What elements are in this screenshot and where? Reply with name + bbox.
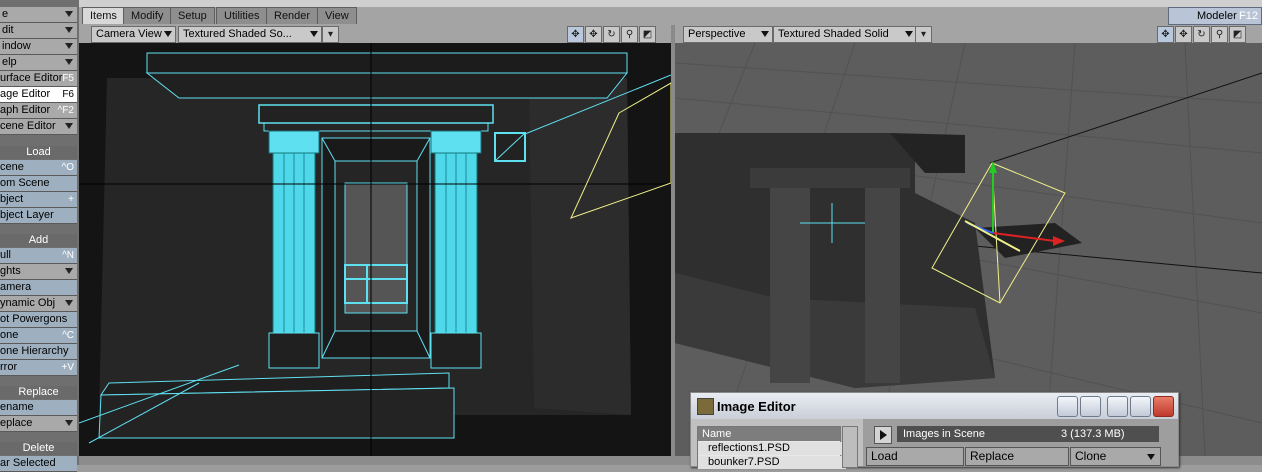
scene-editor-button[interactable]: cene Editor xyxy=(0,119,77,135)
load-image-button[interactable]: Load xyxy=(866,447,964,466)
chevron-down-icon xyxy=(65,27,73,33)
rotate-view-icon[interactable]: ↻ xyxy=(1193,26,1210,43)
images-in-scene-bar: Images in Scene 3 (137.3 MB) xyxy=(897,426,1159,442)
move-view-icon[interactable]: ✥ xyxy=(1157,26,1174,43)
replace-image-button[interactable]: Replace xyxy=(965,447,1069,466)
chevron-down-icon xyxy=(65,300,73,306)
chevron-down-icon xyxy=(65,43,73,49)
help-icon[interactable] xyxy=(1057,396,1078,417)
chevron-down-icon xyxy=(905,31,913,37)
title-strip xyxy=(79,0,1262,7)
tab-utilities[interactable]: Utilities xyxy=(216,7,268,24)
chevron-down-icon xyxy=(761,31,769,37)
add-camera-button[interactable]: amera xyxy=(0,280,77,296)
mirror-button[interactable]: rror +V xyxy=(0,360,77,376)
zoom-view-icon[interactable]: ⚲ xyxy=(1211,26,1228,43)
pan-view-icon[interactable]: ✥ xyxy=(585,26,602,43)
images-in-scene-count: 3 (137.3 MB) xyxy=(1061,428,1125,440)
clone-hierarchy-button[interactable]: one Hierarchy xyxy=(0,344,77,360)
rename-button[interactable]: ename xyxy=(0,400,77,416)
sidebar-menu-edit[interactable]: dit xyxy=(0,23,77,39)
add-section-header: Add xyxy=(0,234,77,247)
camera-viewport-render xyxy=(79,43,671,456)
add-lights-menu[interactable]: ghts xyxy=(0,264,77,280)
right-viewport-header: Perspective Textured Shaded Solid ▾ ✥ ✥ … xyxy=(675,25,1262,43)
surface-editor-button[interactable]: urface Editor F5 xyxy=(0,71,77,87)
load-from-scene-button[interactable]: om Scene xyxy=(0,176,77,192)
load-object-layer-button[interactable]: bject Layer xyxy=(0,208,77,224)
load-section-header: Load xyxy=(0,146,77,159)
image-list-scrollbar[interactable] xyxy=(842,426,858,468)
replace-section-header: Replace xyxy=(0,386,77,399)
tab-setup[interactable]: Setup xyxy=(170,7,215,24)
maximize-icon[interactable] xyxy=(1130,396,1151,417)
replace-menu[interactable]: eplace xyxy=(0,416,77,432)
play-icon[interactable] xyxy=(874,426,892,444)
add-dynamic-obj-menu[interactable]: ynamic Obj xyxy=(0,296,77,312)
image-list: Name reflections1.PSD bounker7.PSD xyxy=(697,426,846,469)
viewport-options-icon[interactable]: ▾ xyxy=(915,26,932,43)
left-viewport-header: Camera View Textured Shaded So... ▾ ✥ ✥ … xyxy=(79,25,671,43)
tab-items[interactable]: Items xyxy=(82,7,125,24)
sidebar-menu-help[interactable]: elp xyxy=(0,55,77,71)
chevron-down-icon xyxy=(65,59,73,65)
list-item[interactable]: reflections1.PSD xyxy=(698,442,846,455)
zoom-view-icon[interactable]: ⚲ xyxy=(621,26,638,43)
list-item[interactable]: bounker7.PSD xyxy=(698,456,846,469)
close-icon[interactable] xyxy=(1153,396,1174,417)
image-editor-app-icon xyxy=(697,398,714,415)
clone-image-menu[interactable]: Clone xyxy=(1070,447,1161,466)
sidebar-menu-file[interactable]: e xyxy=(0,7,77,23)
images-in-scene-label: Images in Scene xyxy=(903,428,985,440)
clear-selected-button[interactable]: ar Selected xyxy=(0,456,77,472)
maximize-viewport-icon[interactable]: ◩ xyxy=(1229,26,1246,43)
tab-modify[interactable]: Modify xyxy=(123,7,172,24)
viewport-options-icon[interactable]: ▾ xyxy=(322,26,339,43)
view-type-select[interactable]: Perspective xyxy=(683,26,773,43)
delete-section-header: Delete xyxy=(0,442,77,455)
rotate-view-icon[interactable]: ↻ xyxy=(603,26,620,43)
chevron-down-icon xyxy=(65,123,73,129)
shading-mode-select[interactable]: Textured Shaded Solid xyxy=(773,26,917,43)
left-toolbar: e dit indow elp urface Editor F5 age Edit… xyxy=(0,0,79,472)
load-scene-button[interactable]: cene ^O xyxy=(0,160,77,176)
camera-viewport[interactable] xyxy=(79,43,671,456)
chevron-down-icon xyxy=(164,31,172,37)
restore-icon[interactable] xyxy=(1080,396,1101,417)
image-editor-button[interactable]: age Editor F6 xyxy=(0,87,77,103)
chevron-down-icon xyxy=(65,11,73,17)
image-editor-controls: Images in Scene 3 (137.3 MB) Load Replac… xyxy=(863,419,1178,466)
pan-view-icon[interactable]: ✥ xyxy=(1175,26,1192,43)
tab-view[interactable]: View xyxy=(317,7,357,24)
window-titlebar[interactable]: Image Editor xyxy=(691,393,1178,419)
chevron-down-icon xyxy=(65,268,73,274)
sidebar-menu-window[interactable]: indow xyxy=(0,39,77,55)
window-title: Image Editor xyxy=(717,399,796,414)
graph-editor-button[interactable]: aph Editor ^F2 xyxy=(0,103,77,119)
image-editor-window: Image Editor Name reflections1.PSD bounk… xyxy=(690,392,1179,469)
add-null-button[interactable]: ull ^N xyxy=(0,248,77,264)
move-view-icon[interactable]: ✥ xyxy=(567,26,584,43)
chevron-down-icon xyxy=(1147,454,1155,460)
tab-render[interactable]: Render xyxy=(266,7,319,24)
image-list-header[interactable]: Name xyxy=(698,427,840,441)
add-hot-powergons-button[interactable]: ot Powergons xyxy=(0,312,77,328)
view-type-select[interactable]: Camera View xyxy=(91,26,176,43)
load-object-button[interactable]: bject + xyxy=(0,192,77,208)
shading-mode-select[interactable]: Textured Shaded So... xyxy=(178,26,322,43)
maximize-viewport-icon[interactable]: ◩ xyxy=(639,26,656,43)
chevron-down-icon xyxy=(65,420,73,426)
modeler-button[interactable]: Modeler F12 xyxy=(1168,7,1262,25)
clone-button[interactable]: one ^C xyxy=(0,328,77,344)
chevron-down-icon xyxy=(310,31,318,37)
minimize-icon[interactable] xyxy=(1107,396,1128,417)
